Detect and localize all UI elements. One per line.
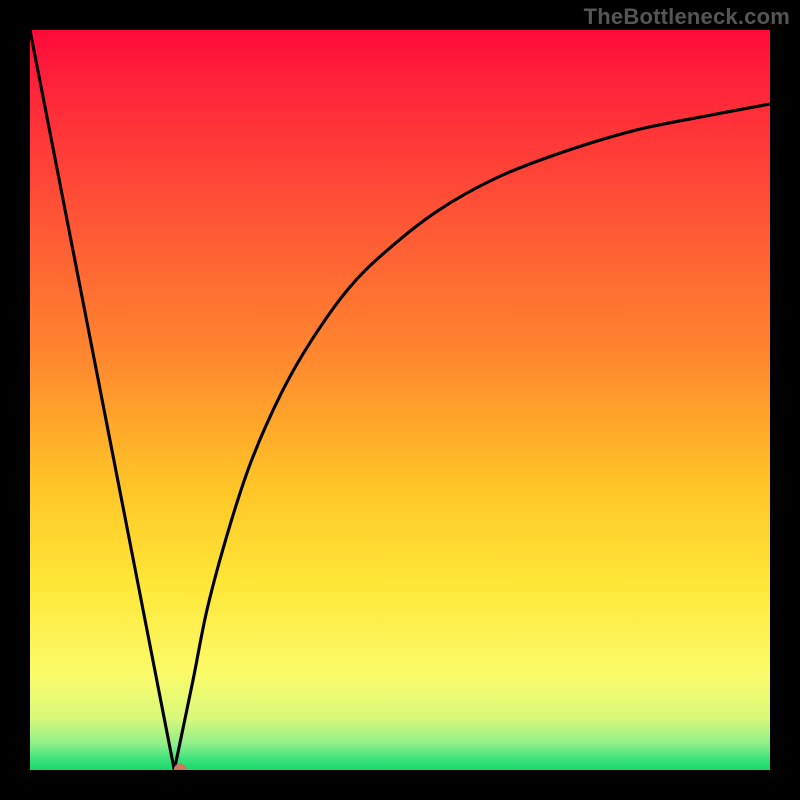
watermark-text: TheBottleneck.com [584,4,790,30]
plot-area [30,30,770,770]
curve-svg [30,30,770,770]
bottleneck-curve [30,30,770,770]
chart-frame: TheBottleneck.com [0,0,800,800]
